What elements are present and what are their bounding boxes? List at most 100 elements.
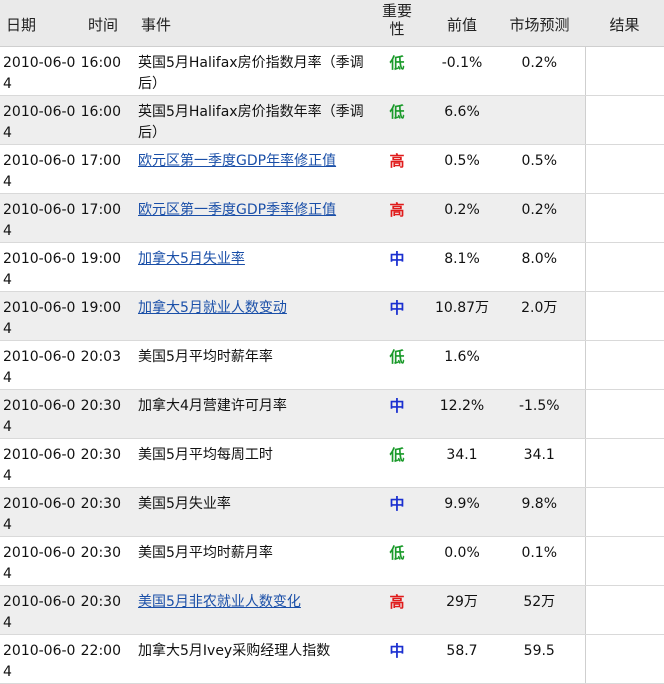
row-date: 2010-06-04 <box>0 536 76 586</box>
table-row: 2010-06-04 20:30 加拿大4月营建许可月率中 12.2% -1.5% <box>0 389 664 439</box>
importance-badge: 中 <box>364 487 430 537</box>
table-row: 2010-06-04 20:30 美国5月非农就业人数变化 高 29万 52万 <box>0 585 664 635</box>
event-link[interactable]: 欧元区第一季度GDP季率修正值 <box>138 202 336 218</box>
row-time: 16:00 <box>76 95 135 145</box>
row-previous: 1.6% <box>430 340 494 390</box>
table-row: 2010-06-04 19:00 加拿大5月就业人数变动 中 10.87万 2.0万 <box>0 291 664 341</box>
row-time: 19:00 <box>76 242 135 292</box>
row-event: 美国5月平均时薪月率 <box>135 536 364 586</box>
importance-badge: 低 <box>364 46 430 96</box>
importance-badge: 低 <box>364 536 430 586</box>
row-forecast: 34.1 <box>494 438 585 488</box>
row-time: 20:30 <box>76 487 135 537</box>
row-time: 17:00 <box>76 144 135 194</box>
row-time: 20:30 <box>76 389 135 439</box>
header-previous: 前值 <box>430 0 494 47</box>
event-link[interactable]: 欧元区第一季度GDP年率修正值 <box>138 153 336 169</box>
row-time: 17:00 <box>76 193 135 243</box>
row-event[interactable]: 美国5月非农就业人数变化 <box>135 585 364 635</box>
row-event[interactable]: 加拿大5月就业人数变动 <box>135 291 364 341</box>
row-previous: 6.6% <box>430 95 494 145</box>
event-link[interactable]: 加拿大5月失业率 <box>138 251 245 267</box>
importance-badge: 中 <box>364 389 430 439</box>
header-result: 结果 <box>585 0 664 47</box>
row-date: 2010-06-04 <box>0 340 76 390</box>
event-link[interactable]: 美国5月非农就业人数变化 <box>138 594 301 610</box>
row-forecast <box>494 95 585 145</box>
importance-badge: 高 <box>364 144 430 194</box>
header-event: 事件 <box>135 0 364 47</box>
row-forecast: 0.1% <box>494 536 585 586</box>
row-forecast: -1.5% <box>494 389 585 439</box>
row-time: 20:30 <box>76 536 135 586</box>
row-forecast <box>494 340 585 390</box>
row-previous: 0.2% <box>430 193 494 243</box>
row-event: 英国5月Halifax房价指数年率（季调后） <box>135 95 364 145</box>
row-date: 2010-06-04 <box>0 46 76 96</box>
table-row: 2010-06-04 20:30 美国5月平均时薪月率低 0.0% 0.1% <box>0 536 664 586</box>
event-link[interactable]: 加拿大5月就业人数变动 <box>138 300 287 316</box>
header-date: 日期 <box>0 0 76 47</box>
row-date: 2010-06-04 <box>0 95 76 145</box>
row-forecast: 52万 <box>494 585 585 635</box>
row-date: 2010-06-04 <box>0 487 76 537</box>
header-row: 日期 时间 事件 重要性 前值 市场预测 结果 <box>0 0 664 47</box>
table-row: 2010-06-04 20:30 美国5月平均每周工时低 34.1 34.1 <box>0 438 664 488</box>
table-row: 2010-06-04 19:00 加拿大5月失业率 中 8.1% 8.0% <box>0 242 664 292</box>
row-event: 美国5月平均每周工时 <box>135 438 364 488</box>
row-time: 20:03 <box>76 340 135 390</box>
header-time: 时间 <box>76 0 135 47</box>
row-previous: 0.0% <box>430 536 494 586</box>
row-date: 2010-06-04 <box>0 291 76 341</box>
row-time: 16:00 <box>76 46 135 96</box>
row-result <box>584 585 664 635</box>
importance-badge: 高 <box>364 193 430 243</box>
row-event: 加拿大4月营建许可月率 <box>135 389 364 439</box>
header-importance: 重要性 <box>364 0 430 47</box>
row-result <box>584 536 664 586</box>
row-result <box>584 95 664 145</box>
row-previous: 9.9% <box>430 487 494 537</box>
row-date: 2010-06-04 <box>0 585 76 635</box>
table-body: 2010-06-04 16:00 英国5月Halifax房价指数月率（季调后）低 -0… <box>0 46 664 684</box>
row-event: 美国5月失业率 <box>135 487 364 537</box>
row-result <box>584 144 664 194</box>
row-date: 2010-06-04 <box>0 389 76 439</box>
row-previous: 8.1% <box>430 242 494 292</box>
row-previous: 29万 <box>430 585 494 635</box>
header-importance-label: 重要性 <box>382 2 413 38</box>
row-previous: 10.87万 <box>430 291 494 341</box>
row-result <box>584 438 664 488</box>
importance-badge: 中 <box>364 242 430 292</box>
table-row: 2010-06-04 17:00 欧元区第一季度GDP年率修正值高 0.5% 0.5% <box>0 144 664 194</box>
row-forecast: 9.8% <box>494 487 585 537</box>
row-forecast: 0.5% <box>494 144 585 194</box>
row-event[interactable]: 欧元区第一季度GDP年率修正值 <box>135 144 364 194</box>
row-previous: 12.2% <box>430 389 494 439</box>
table-row: 2010-06-04 16:00 英国5月Halifax房价指数月率（季调后）低 -0… <box>0 46 664 96</box>
row-event[interactable]: 加拿大5月失业率 <box>135 242 364 292</box>
header-forecast: 市场预测 <box>494 0 585 47</box>
row-time: 20:30 <box>76 438 135 488</box>
row-forecast: 0.2% <box>494 193 585 243</box>
row-result <box>584 389 664 439</box>
row-event: 英国5月Halifax房价指数月率（季调后） <box>135 46 364 96</box>
table-row: 2010-06-04 20:30 美国5月失业率中 9.9% 9.8% <box>0 487 664 537</box>
table-row: 2010-06-04 17:00 欧元区第一季度GDP季率修正值高 0.2% 0.2% <box>0 193 664 243</box>
importance-badge: 低 <box>364 340 430 390</box>
importance-badge: 高 <box>364 585 430 635</box>
row-forecast: 0.2% <box>494 46 585 96</box>
row-previous: 34.1 <box>430 438 494 488</box>
importance-badge: 中 <box>364 291 430 341</box>
row-time: 19:00 <box>76 291 135 341</box>
table-row: 2010-06-04 20:03 美国5月平均时薪年率低 1.6% <box>0 340 664 390</box>
row-date: 2010-06-04 <box>0 242 76 292</box>
row-event[interactable]: 欧元区第一季度GDP季率修正值 <box>135 193 364 243</box>
row-forecast: 2.0万 <box>494 291 585 341</box>
row-result <box>584 193 664 243</box>
row-forecast: 8.0% <box>494 242 585 292</box>
table-row: 2010-06-04 16:00 英国5月Halifax房价指数年率（季调后）低 6.… <box>0 95 664 145</box>
row-result <box>584 242 664 292</box>
row-event: 美国5月平均时薪年率 <box>135 340 364 390</box>
row-result <box>584 291 664 341</box>
